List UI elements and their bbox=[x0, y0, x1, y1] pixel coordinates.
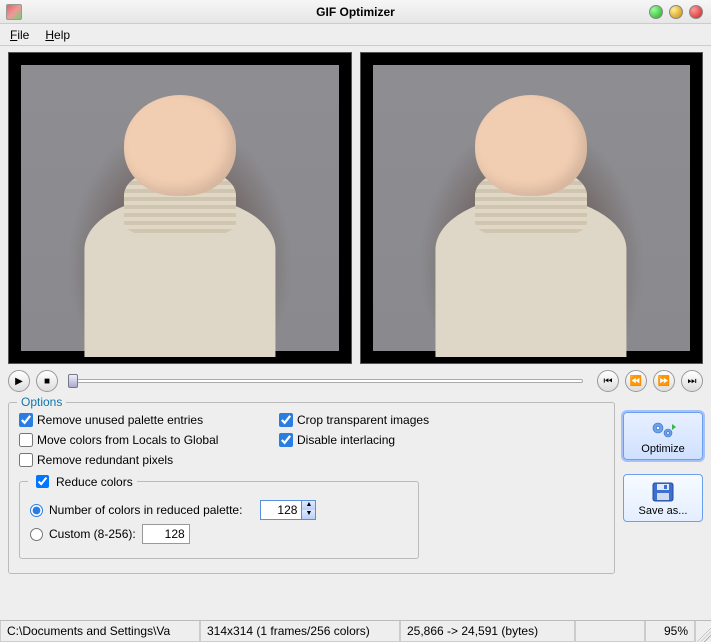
app-icon bbox=[6, 4, 22, 20]
crop-transparent-input[interactable] bbox=[279, 413, 293, 427]
reduce-custom-radio[interactable] bbox=[30, 528, 43, 541]
reduce-colors-group: Reduce colors Number of colors in reduce… bbox=[19, 481, 419, 559]
disable-interlacing-input[interactable] bbox=[279, 433, 293, 447]
spin-up-icon[interactable]: ▲ bbox=[301, 501, 315, 510]
stop-button[interactable]: ■ bbox=[36, 370, 58, 392]
play-icon: ▶ bbox=[15, 376, 23, 387]
move-colors-checkbox[interactable]: Move colors from Locals to Global bbox=[19, 433, 259, 447]
remove-unused-checkbox[interactable]: Remove unused palette entries bbox=[19, 413, 259, 427]
remove-redundant-checkbox[interactable]: Remove redundant pixels bbox=[19, 453, 259, 467]
next-frame-button[interactable]: ⏩ bbox=[653, 370, 675, 392]
stop-icon: ■ bbox=[44, 376, 50, 387]
preview-original bbox=[8, 52, 352, 364]
optimize-button[interactable]: Optimize bbox=[623, 412, 703, 460]
move-colors-label: Move colors from Locals to Global bbox=[37, 433, 218, 447]
maximize-button[interactable] bbox=[669, 5, 683, 19]
prev-icon: ⏪ bbox=[630, 376, 642, 387]
reduce-custom-value[interactable] bbox=[142, 524, 190, 544]
lower-panel: Options Remove unused palette entries Mo… bbox=[0, 398, 711, 574]
reduce-num-spinner[interactable]: ▲▼ bbox=[260, 500, 316, 520]
resize-grip[interactable] bbox=[695, 621, 711, 642]
play-button[interactable]: ▶ bbox=[8, 370, 30, 392]
status-path: C:\Documents and Settings\Va bbox=[0, 621, 200, 642]
gears-icon bbox=[649, 419, 677, 441]
minimize-button[interactable] bbox=[649, 5, 663, 19]
first-frame-button[interactable]: ⏮ bbox=[597, 370, 619, 392]
reduce-num-value[interactable] bbox=[261, 502, 301, 518]
options-group: Options Remove unused palette entries Mo… bbox=[8, 402, 615, 574]
reduce-custom-label: Custom (8-256): bbox=[49, 527, 136, 541]
floppy-icon bbox=[649, 481, 677, 503]
frame-slider[interactable] bbox=[72, 379, 583, 383]
spin-down-icon[interactable]: ▼ bbox=[301, 510, 315, 519]
menu-help[interactable]: Help bbox=[39, 26, 76, 44]
status-spacer bbox=[575, 621, 645, 642]
prev-frame-button[interactable]: ⏪ bbox=[625, 370, 647, 392]
preview-optimized bbox=[360, 52, 704, 364]
disable-interlacing-label: Disable interlacing bbox=[297, 433, 395, 447]
reduce-colors-checkbox[interactable] bbox=[36, 475, 49, 488]
remove-unused-label: Remove unused palette entries bbox=[37, 413, 203, 427]
window-title: GIF Optimizer bbox=[0, 5, 711, 19]
menu-file[interactable]: File bbox=[4, 26, 35, 44]
status-bytes: 25,866 -> 24,591 (bytes) bbox=[400, 621, 575, 642]
save-as-label: Save as... bbox=[639, 505, 688, 517]
options-legend: Options bbox=[17, 395, 66, 409]
remove-redundant-input[interactable] bbox=[19, 453, 33, 467]
last-icon: ⏭ bbox=[688, 376, 697, 387]
optimize-label: Optimize bbox=[641, 443, 684, 455]
remove-unused-input[interactable] bbox=[19, 413, 33, 427]
side-buttons: Optimize Save as... bbox=[623, 402, 703, 574]
status-percent: 95% bbox=[645, 621, 695, 642]
crop-transparent-checkbox[interactable]: Crop transparent images bbox=[279, 413, 519, 427]
preview-area bbox=[0, 46, 711, 364]
status-bar: C:\Documents and Settings\Va 314x314 (1 … bbox=[0, 620, 711, 642]
slider-thumb[interactable] bbox=[68, 374, 78, 388]
status-dimensions: 314x314 (1 frames/256 colors) bbox=[200, 621, 400, 642]
save-as-button[interactable]: Save as... bbox=[623, 474, 703, 522]
next-icon: ⏩ bbox=[658, 376, 670, 387]
remove-redundant-label: Remove redundant pixels bbox=[37, 453, 173, 467]
reduce-colors-legend: Reduce colors bbox=[56, 475, 133, 489]
crop-transparent-label: Crop transparent images bbox=[297, 413, 429, 427]
title-bar: GIF Optimizer bbox=[0, 0, 711, 24]
menu-bar: File Help bbox=[0, 24, 711, 46]
first-icon: ⏮ bbox=[604, 376, 613, 387]
reduce-num-label: Number of colors in reduced palette: bbox=[49, 503, 242, 517]
close-button[interactable] bbox=[689, 5, 703, 19]
move-colors-input[interactable] bbox=[19, 433, 33, 447]
reduce-num-radio[interactable] bbox=[30, 504, 43, 517]
transport-bar: ▶ ■ ⏮ ⏪ ⏩ ⏭ bbox=[0, 364, 711, 398]
last-frame-button[interactable]: ⏭ bbox=[681, 370, 703, 392]
disable-interlacing-checkbox[interactable]: Disable interlacing bbox=[279, 433, 519, 447]
window-controls bbox=[649, 5, 711, 19]
